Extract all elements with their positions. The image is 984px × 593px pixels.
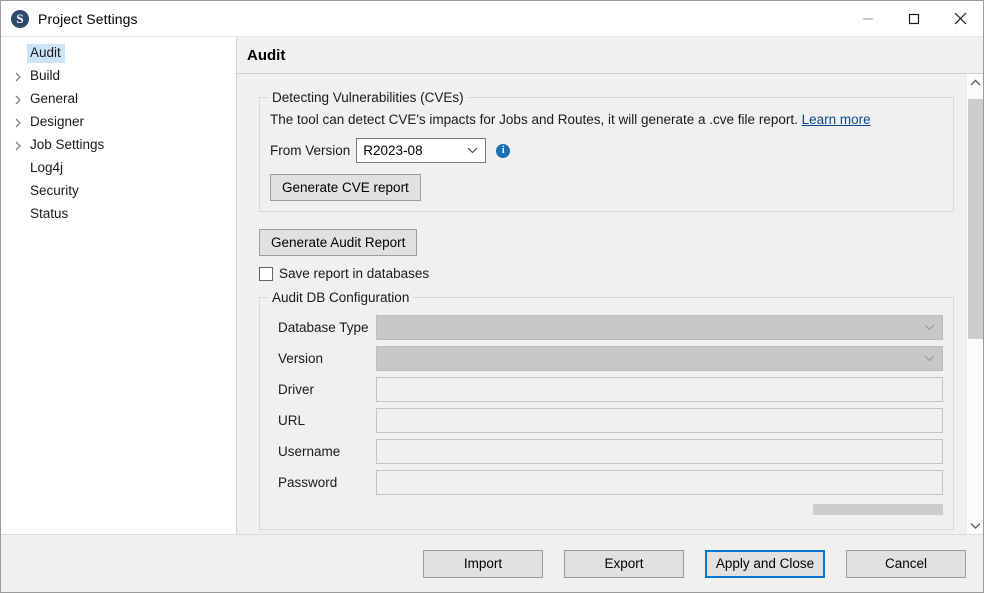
- sidebar-item-log4j[interactable]: Log4j: [1, 157, 236, 180]
- learn-more-link[interactable]: Learn more: [802, 112, 871, 127]
- database-type-select[interactable]: [376, 315, 943, 340]
- sidebar-item-designer[interactable]: Designer: [1, 111, 236, 134]
- username-input[interactable]: [376, 439, 943, 464]
- panel-header: Audit: [237, 37, 983, 74]
- sidebar-item-label: Build: [27, 67, 64, 86]
- sidebar-item-label: Security: [27, 182, 83, 201]
- sidebar-item-general[interactable]: General: [1, 88, 236, 111]
- from-version-row: From Version R2023-08: [270, 138, 943, 163]
- project-settings-window: Project Settings Audit: [0, 0, 984, 593]
- cve-description-text: The tool can detect CVE's impacts for Jo…: [270, 112, 798, 127]
- apply-and-close-button[interactable]: Apply and Close: [705, 550, 825, 578]
- from-version-label: From Version: [270, 143, 350, 158]
- sidebar-item-label: Audit: [27, 44, 65, 63]
- cve-group-title: Detecting Vulnerabilities (CVEs): [268, 90, 468, 105]
- export-button[interactable]: Export: [564, 550, 684, 578]
- field-row-version: Version: [270, 343, 943, 374]
- close-icon[interactable]: [937, 1, 983, 36]
- save-report-label: Save report in databases: [279, 266, 429, 281]
- cancel-button[interactable]: Cancel: [846, 550, 966, 578]
- sidebar-item-audit[interactable]: Audit: [1, 42, 236, 65]
- driver-label: Driver: [270, 382, 376, 397]
- driver-input[interactable]: [376, 377, 943, 402]
- maximize-icon[interactable]: [891, 1, 937, 36]
- from-version-select[interactable]: R2023-08: [356, 138, 486, 163]
- cve-group: Detecting Vulnerabilities (CVEs) The too…: [259, 97, 954, 212]
- chevron-right-icon[interactable]: [9, 141, 27, 151]
- sidebar-item-label: Status: [27, 205, 72, 224]
- chevron-right-icon[interactable]: [9, 95, 27, 105]
- minimize-icon[interactable]: [845, 1, 891, 36]
- version-select[interactable]: [376, 346, 943, 371]
- sidebar-item-job-settings[interactable]: Job Settings: [1, 134, 236, 157]
- window-body: Audit Build General Designer: [1, 36, 983, 534]
- generate-audit-report-button[interactable]: Generate Audit Report: [259, 229, 417, 256]
- save-report-checkbox-row[interactable]: Save report in databases: [259, 266, 954, 281]
- password-label: Password: [270, 475, 376, 490]
- audit-db-config-title: Audit DB Configuration: [268, 290, 413, 305]
- chevron-right-icon[interactable]: [9, 72, 27, 82]
- panel-scroll-area: Detecting Vulnerabilities (CVEs) The too…: [237, 74, 983, 534]
- url-input[interactable]: [376, 408, 943, 433]
- chevron-right-icon[interactable]: [9, 118, 27, 128]
- field-row-password: Password: [270, 467, 943, 498]
- window-controls: [845, 1, 983, 36]
- from-version-value: R2023-08: [363, 143, 422, 158]
- field-row-url: URL: [270, 405, 943, 436]
- audit-settings-panel: Audit Detecting Vulnerabilities (CVEs) T…: [237, 37, 983, 534]
- password-input[interactable]: [376, 470, 943, 495]
- import-button[interactable]: Import: [423, 550, 543, 578]
- sidebar-item-status[interactable]: Status: [1, 203, 236, 226]
- cve-description: The tool can detect CVE's impacts for Jo…: [270, 112, 943, 127]
- sidebar-item-label: General: [27, 90, 82, 109]
- field-row-username: Username: [270, 436, 943, 467]
- save-report-checkbox[interactable]: [259, 267, 273, 281]
- horizontal-scrollbar[interactable]: [270, 504, 943, 515]
- vertical-scrollbar[interactable]: [966, 74, 983, 534]
- field-row-database-type: Database Type: [270, 312, 943, 343]
- database-type-label: Database Type: [270, 320, 376, 335]
- window-title: Project Settings: [38, 11, 138, 27]
- title-bar: Project Settings: [1, 1, 983, 36]
- sidebar-item-build[interactable]: Build: [1, 65, 236, 88]
- panel-content: Detecting Vulnerabilities (CVEs) The too…: [237, 74, 966, 534]
- scroll-down-icon[interactable]: [967, 517, 984, 534]
- scroll-up-icon[interactable]: [967, 74, 984, 91]
- version-label: Version: [270, 351, 376, 366]
- sidebar-item-label: Designer: [27, 113, 88, 132]
- field-row-driver: Driver: [270, 374, 943, 405]
- settings-tree: Audit Build General Designer: [1, 37, 237, 534]
- info-icon[interactable]: [496, 144, 510, 158]
- chevron-down-icon: [467, 139, 478, 162]
- vertical-scrollbar-track[interactable]: [967, 91, 984, 517]
- chevron-down-icon: [924, 347, 935, 370]
- app-logo-icon: [11, 10, 29, 28]
- page-title: Audit: [247, 47, 285, 64]
- username-label: Username: [270, 444, 376, 459]
- sidebar-item-security[interactable]: Security: [1, 180, 236, 203]
- horizontal-scrollbar-thumb[interactable]: [813, 504, 943, 515]
- dialog-button-bar: Import Export Apply and Close Cancel: [1, 534, 983, 592]
- audit-db-config-group: Audit DB Configuration Database Type: [259, 297, 954, 530]
- sidebar-item-label: Job Settings: [27, 136, 108, 155]
- chevron-down-icon: [924, 316, 935, 339]
- vertical-scrollbar-thumb[interactable]: [968, 99, 983, 339]
- url-label: URL: [270, 413, 376, 428]
- sidebar-item-label: Log4j: [27, 159, 67, 178]
- generate-cve-report-button[interactable]: Generate CVE report: [270, 174, 421, 201]
